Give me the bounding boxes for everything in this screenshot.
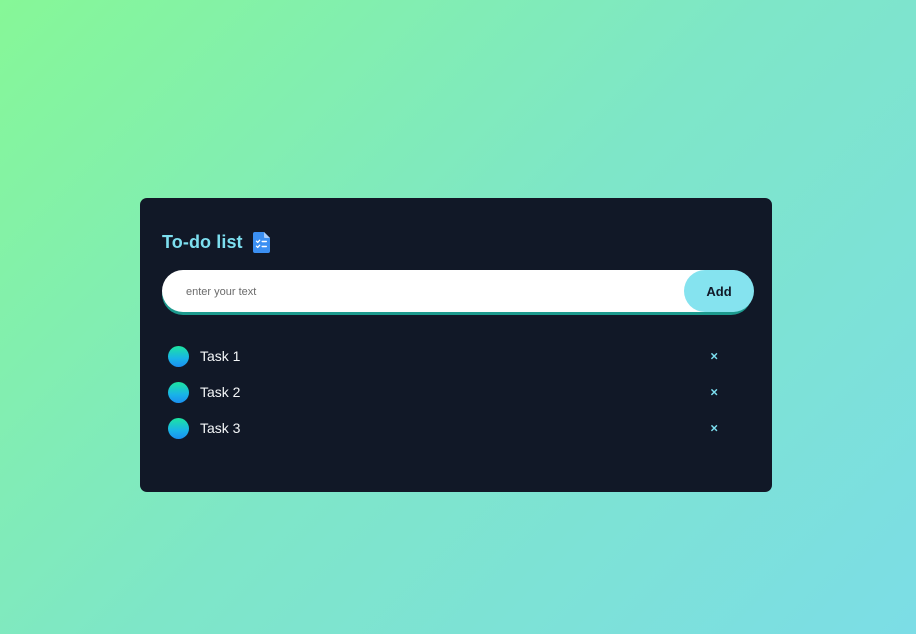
task-checkbox[interactable] <box>168 417 189 439</box>
task-label: Task 3 <box>200 420 241 436</box>
task-item[interactable]: Task 3 × <box>162 410 750 446</box>
todo-card: To-do list Add Task 1 × Task 2 × <box>140 198 772 492</box>
task-label: Task 2 <box>200 384 241 400</box>
clipboard-checklist-icon <box>252 231 270 253</box>
task-checkbox[interactable] <box>168 345 189 367</box>
task-input[interactable] <box>184 270 668 314</box>
add-button[interactable]: Add <box>684 270 754 312</box>
task-item[interactable]: Task 2 × <box>162 374 750 410</box>
task-label: Task 1 <box>200 348 241 364</box>
close-icon[interactable]: × <box>710 386 718 399</box>
page-title: To-do list <box>162 231 243 252</box>
task-list: Task 1 × Task 2 × Task 3 × <box>162 338 750 446</box>
task-checkbox[interactable] <box>168 381 189 403</box>
input-row: Add <box>162 270 754 314</box>
close-icon[interactable]: × <box>710 422 718 435</box>
close-icon[interactable]: × <box>710 350 718 363</box>
task-item[interactable]: Task 1 × <box>162 338 750 374</box>
header: To-do list <box>162 230 750 254</box>
